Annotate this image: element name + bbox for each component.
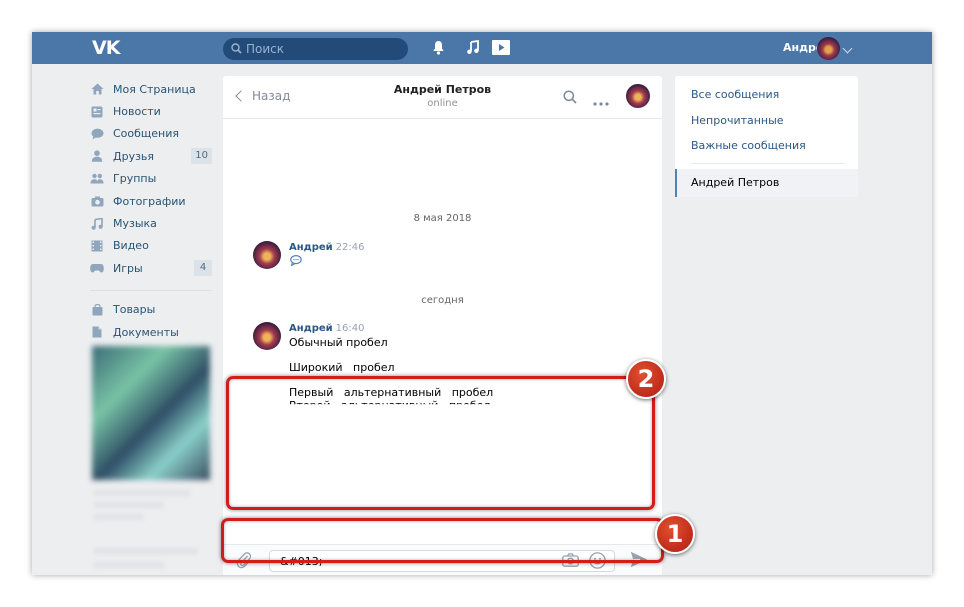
video-play-icon[interactable] xyxy=(492,40,510,58)
sidebar-item-friends[interactable]: Друзья 10 xyxy=(90,145,212,167)
music-icon[interactable] xyxy=(466,39,480,58)
active-conversation-label: Андрей Петров xyxy=(691,176,780,189)
bell-icon[interactable] xyxy=(432,40,445,58)
advertisement-image[interactable] xyxy=(92,346,210,480)
sidebar-item-games[interactable]: Игры 4 xyxy=(90,257,212,279)
sidebar-item-music[interactable]: Музыка xyxy=(90,212,212,234)
sidebar-item-label: Группы xyxy=(113,172,157,186)
chevron-down-icon[interactable] xyxy=(842,43,853,54)
bag-icon xyxy=(90,303,104,316)
message-author[interactable]: Андрей xyxy=(289,323,333,334)
date-separator: 8 мая 2018 xyxy=(413,213,472,224)
annotation-badge-1: 1 xyxy=(655,514,695,554)
sidebar-item-label: Фотографии xyxy=(113,194,186,208)
ad-text-blurred xyxy=(94,502,164,508)
annotation-box-2 xyxy=(226,376,655,510)
more-icon[interactable] xyxy=(593,95,609,109)
sidebar-item-goods[interactable]: Товары xyxy=(90,299,212,321)
sidebar-item-label: Музыка xyxy=(113,217,157,231)
active-conversation-item[interactable]: Андрей Петров xyxy=(675,169,858,197)
peer-avatar[interactable] xyxy=(626,84,650,108)
news-icon xyxy=(90,106,104,118)
sidebar-item-groups[interactable]: Группы xyxy=(90,168,212,190)
message-header: Андрей 16:40 xyxy=(289,323,365,334)
sidebar-item-label: Новости xyxy=(113,105,161,119)
message-header: Андрей 22:46 xyxy=(289,242,365,253)
sidebar-item-label: Игры xyxy=(113,261,143,275)
friends-icon xyxy=(90,150,104,163)
search-input[interactable]: Поиск xyxy=(223,38,408,60)
vk-logo[interactable]: VK xyxy=(92,39,120,58)
sidebar-item-video[interactable]: Видео xyxy=(90,235,212,257)
video-icon xyxy=(90,240,104,252)
ad-text-blurred xyxy=(94,562,164,568)
message-line: Широкий пробел xyxy=(289,361,395,374)
message-author[interactable]: Андрей xyxy=(289,242,333,253)
sidebar-divider xyxy=(90,289,212,291)
music-icon xyxy=(90,217,104,230)
annotation-box-1 xyxy=(221,518,664,563)
sidebar-item-label: Моя Страница xyxy=(113,82,196,96)
search-icon xyxy=(231,43,242,57)
sidebar-item-label: Видео xyxy=(113,239,149,253)
message-line: Обычный пробел xyxy=(289,336,388,349)
sidebar-item-messages[interactable]: Сообщения xyxy=(90,123,212,145)
filter-important[interactable]: Важные сообщения xyxy=(691,139,806,152)
ad-text-blurred xyxy=(94,490,190,496)
message-time[interactable]: 16:40 xyxy=(336,323,365,334)
top-header: VK Поиск Андрей xyxy=(32,32,932,64)
left-navigation: Моя Страница Новости Сообщения Друзья 10… xyxy=(90,78,212,343)
messages-icon xyxy=(90,128,104,140)
message-avatar[interactable] xyxy=(253,241,281,269)
date-separator: сегодня xyxy=(421,295,464,306)
user-avatar[interactable] xyxy=(817,37,840,60)
gamepad-icon xyxy=(90,262,104,274)
sidebar-item-label: Товары xyxy=(113,303,156,317)
friends-count-badge: 10 xyxy=(191,148,212,165)
sidebar-item-photos[interactable]: Фотографии xyxy=(90,190,212,212)
search-placeholder: Поиск xyxy=(246,42,285,56)
panel-divider xyxy=(691,163,845,164)
document-icon xyxy=(90,326,104,338)
sidebar-item-my-page[interactable]: Моя Страница xyxy=(90,78,212,100)
filter-all-messages[interactable]: Все сообщения xyxy=(691,88,779,101)
ad-text-blurred xyxy=(94,514,144,520)
games-count-badge: 4 xyxy=(194,260,212,277)
sidebar-item-label: Друзья xyxy=(113,149,155,163)
sidebar-item-label: Сообщения xyxy=(113,127,180,141)
search-icon[interactable] xyxy=(563,90,577,107)
home-icon xyxy=(90,83,104,95)
speech-bubble-icon xyxy=(290,254,302,269)
camera-icon xyxy=(90,195,104,207)
message-avatar[interactable] xyxy=(253,322,281,350)
sidebar-item-label: Документы xyxy=(113,325,179,339)
message-time[interactable]: 22:46 xyxy=(336,242,365,253)
messages-filter-panel: Все сообщения Непрочитанные Важные сообщ… xyxy=(675,76,858,197)
annotation-badge-2: 2 xyxy=(626,359,666,399)
filter-unread[interactable]: Непрочитанные xyxy=(691,114,784,127)
sidebar-item-documents[interactable]: Документы xyxy=(90,321,212,343)
groups-icon xyxy=(90,173,104,185)
sidebar-item-news[interactable]: Новости xyxy=(90,100,212,122)
ad-text-blurred xyxy=(94,548,198,554)
chat-header: Назад Андрей Петров online xyxy=(223,76,662,119)
